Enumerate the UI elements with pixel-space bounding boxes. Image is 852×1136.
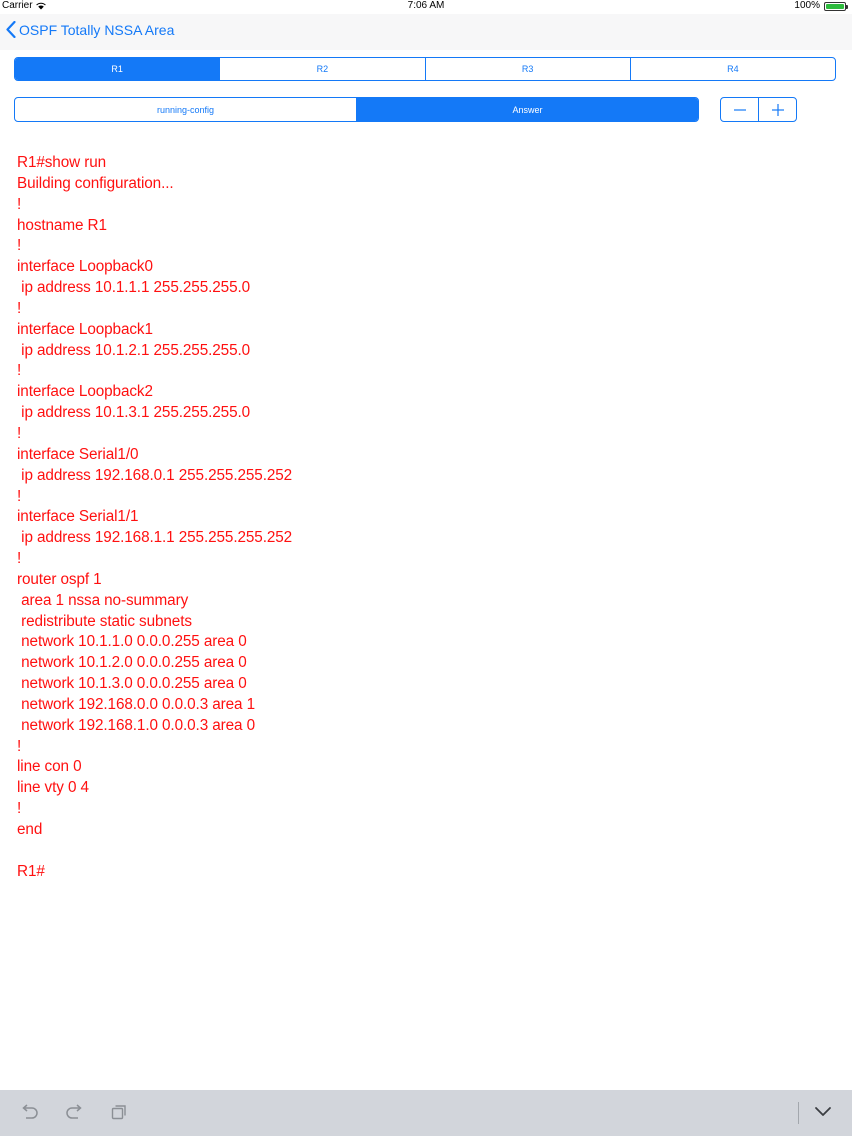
battery-percent: 100% (794, 0, 820, 11)
tab-label: R4 (727, 64, 739, 74)
paste-icon[interactable] (110, 1103, 128, 1121)
config-segmented-control: running-config Answer (14, 97, 699, 122)
status-right: 100% (794, 0, 848, 12)
tab-r3[interactable]: R3 (424, 58, 630, 80)
tab-answer[interactable]: Answer (356, 98, 698, 121)
chevron-down-icon[interactable] (814, 1106, 832, 1118)
router-segmented-control: R1 R2 R3 R4 (14, 57, 836, 81)
keyboard-toolbar (0, 1090, 852, 1136)
tab-r1[interactable]: R1 (15, 58, 220, 80)
tab-r2[interactable]: R2 (219, 58, 424, 80)
increase-button[interactable] (758, 98, 796, 121)
navigation-bar: OSPF Totally NSSA Area (0, 14, 852, 50)
font-size-stepper (720, 97, 797, 122)
tab-running-config[interactable]: running-config (15, 98, 356, 121)
plus-icon (771, 103, 784, 116)
status-time: 7:06 AM (407, 0, 445, 11)
tab-label: Answer (512, 104, 543, 115)
tab-r4[interactable]: R4 (629, 58, 835, 80)
tab-label: R2 (316, 64, 329, 74)
chevron-left-icon (6, 21, 16, 38)
battery-fill (826, 3, 844, 9)
status-bar: Carrier 7:06 AM 100% (0, 0, 852, 14)
tab-label: R3 (521, 64, 534, 74)
back-button[interactable]: OSPF Totally NSSA Area (6, 21, 174, 38)
battery-icon (824, 1, 848, 11)
config-text-view[interactable]: R1#show run Building configuration... ! … (17, 153, 292, 883)
minus-icon (733, 108, 746, 111)
redo-icon[interactable] (64, 1103, 84, 1121)
back-button-label: OSPF Totally NSSA Area (19, 21, 175, 38)
tab-label: R1 (111, 64, 123, 74)
decrease-button[interactable] (721, 98, 758, 121)
undo-icon[interactable] (20, 1103, 40, 1121)
tab-label: running-config (156, 104, 215, 115)
toolbar-divider (798, 1102, 799, 1124)
